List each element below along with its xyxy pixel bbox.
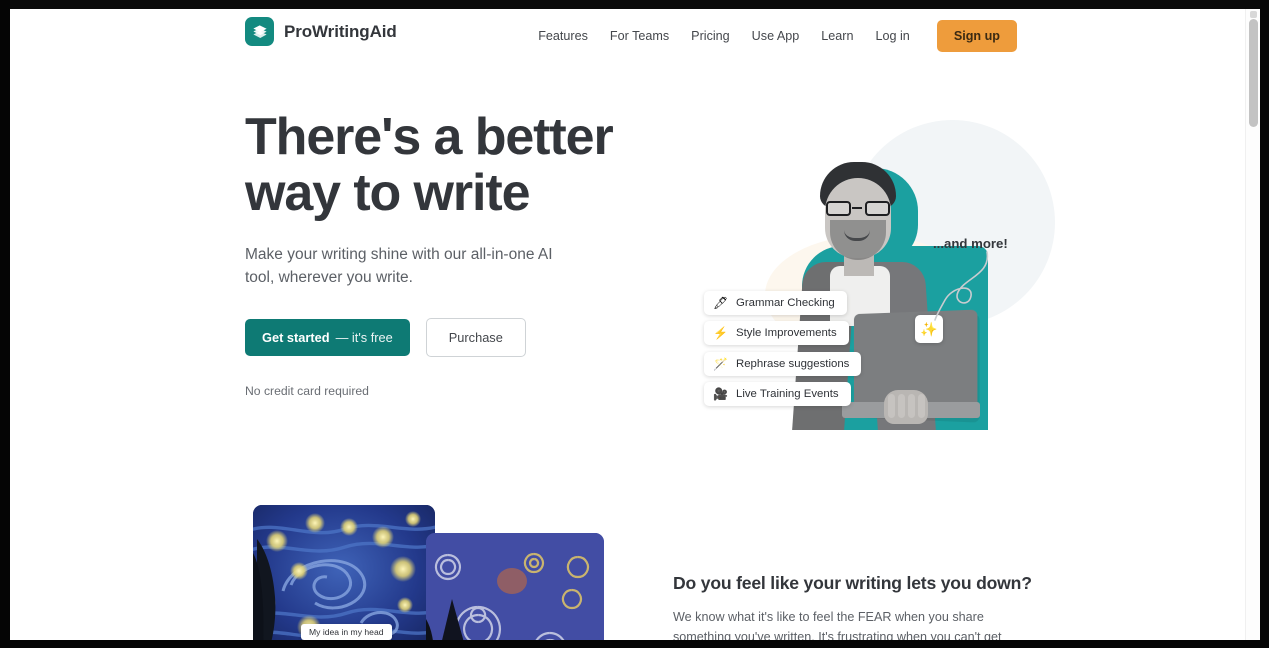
nav-log-in[interactable]: Log in <box>865 23 921 49</box>
hero-title-line-2: way to write <box>245 164 531 222</box>
hero-section: There's a better way to write Make your … <box>10 65 1245 485</box>
feature-chip-label: Grammar Checking <box>736 297 835 309</box>
get-started-label: Get started <box>262 330 330 345</box>
quill-pen-icon: 🖋 <box>713 296 729 310</box>
nav-for-teams[interactable]: For Teams <box>599 23 680 49</box>
get-started-note: — it's free <box>335 330 393 345</box>
lightning-bolt-icon: ⚡ <box>713 326 728 340</box>
main-navigation: Features For Teams Pricing Use App Learn… <box>527 20 1017 52</box>
starry-night-image <box>253 505 435 640</box>
scrollbar-top-cap[interactable] <box>1250 11 1257 18</box>
purchase-button[interactable]: Purchase <box>425 318 526 357</box>
window-chrome-right <box>1260 0 1269 648</box>
starry-night-caption: My idea in my head <box>301 624 392 640</box>
magic-wand-icon: 🪄 <box>713 357 728 371</box>
hero-copy: There's a better way to write Make your … <box>245 109 645 398</box>
section2-title: Do you feel like your writing lets you d… <box>673 573 1032 593</box>
feature-chip-label: Style Improvements <box>736 327 837 339</box>
feature-chip-rephrase-suggestions: 🪄 Rephrase suggestions <box>704 352 862 376</box>
feature-chip-live-training-events: 🎥 Live Training Events <box>704 382 851 406</box>
prowritingaid-book-logo-icon <box>245 17 274 46</box>
video-camera-icon: 🎥 <box>713 387 728 401</box>
window-chrome-left <box>0 0 10 648</box>
brand-name: ProWritingAid <box>284 21 397 41</box>
feature-chip-label: Rephrase suggestions <box>736 358 850 370</box>
section2-copy: Do you feel like your writing lets you d… <box>673 573 1032 640</box>
site-header: ProWritingAid Features For Teams Pricing… <box>10 9 1245 65</box>
page-content: ProWritingAid Features For Teams Pricing… <box>10 9 1245 640</box>
sign-up-button[interactable]: Sign up <box>936 20 1017 52</box>
nav-use-app[interactable]: Use App <box>741 23 811 49</box>
browser-window: ProWritingAid Features For Teams Pricing… <box>0 0 1269 648</box>
writing-lets-you-down-section: Do you feel like your writing lets you d… <box>10 485 1245 640</box>
hero-title: There's a better way to write <box>245 109 645 221</box>
child-doodle-image <box>426 533 604 640</box>
feature-chip-grammar-checking: 🖋 Grammar Checking <box>704 291 847 315</box>
hero-fineprint: No credit card required <box>245 384 369 398</box>
window-chrome-top <box>0 0 1269 9</box>
window-chrome-bottom <box>0 640 1269 648</box>
feature-chip-style-improvements: ⚡ Style Improvements <box>704 321 849 345</box>
nav-features[interactable]: Features <box>527 23 599 49</box>
get-started-button[interactable]: Get started — it's free <box>245 319 410 356</box>
scrollbar-thumb[interactable] <box>1249 19 1258 127</box>
hero-title-line-1: There's a better <box>245 108 614 166</box>
and-more-annotation: ...and more! <box>933 236 1008 251</box>
hero-cta-group: Get started — it's free Purchase <box>245 318 645 357</box>
nav-learn[interactable]: Learn <box>810 23 864 49</box>
eyeglasses-icon <box>825 201 891 216</box>
feature-chip-label: Live Training Events <box>736 388 839 400</box>
curly-arrow-icon <box>934 251 989 321</box>
hero-subtitle: Make your writing shine with our all-in-… <box>245 246 553 286</box>
section2-body: We know what it's like to feel the FEAR … <box>673 610 1002 640</box>
brand-logo-link[interactable]: ProWritingAid <box>245 17 397 46</box>
page-viewport: ProWritingAid Features For Teams Pricing… <box>10 9 1260 640</box>
nav-pricing[interactable]: Pricing <box>680 23 741 49</box>
vertical-scrollbar[interactable] <box>1245 9 1260 640</box>
hero-illustration: 🖋 Grammar Checking ⚡ Style Improvements … <box>670 110 1090 450</box>
